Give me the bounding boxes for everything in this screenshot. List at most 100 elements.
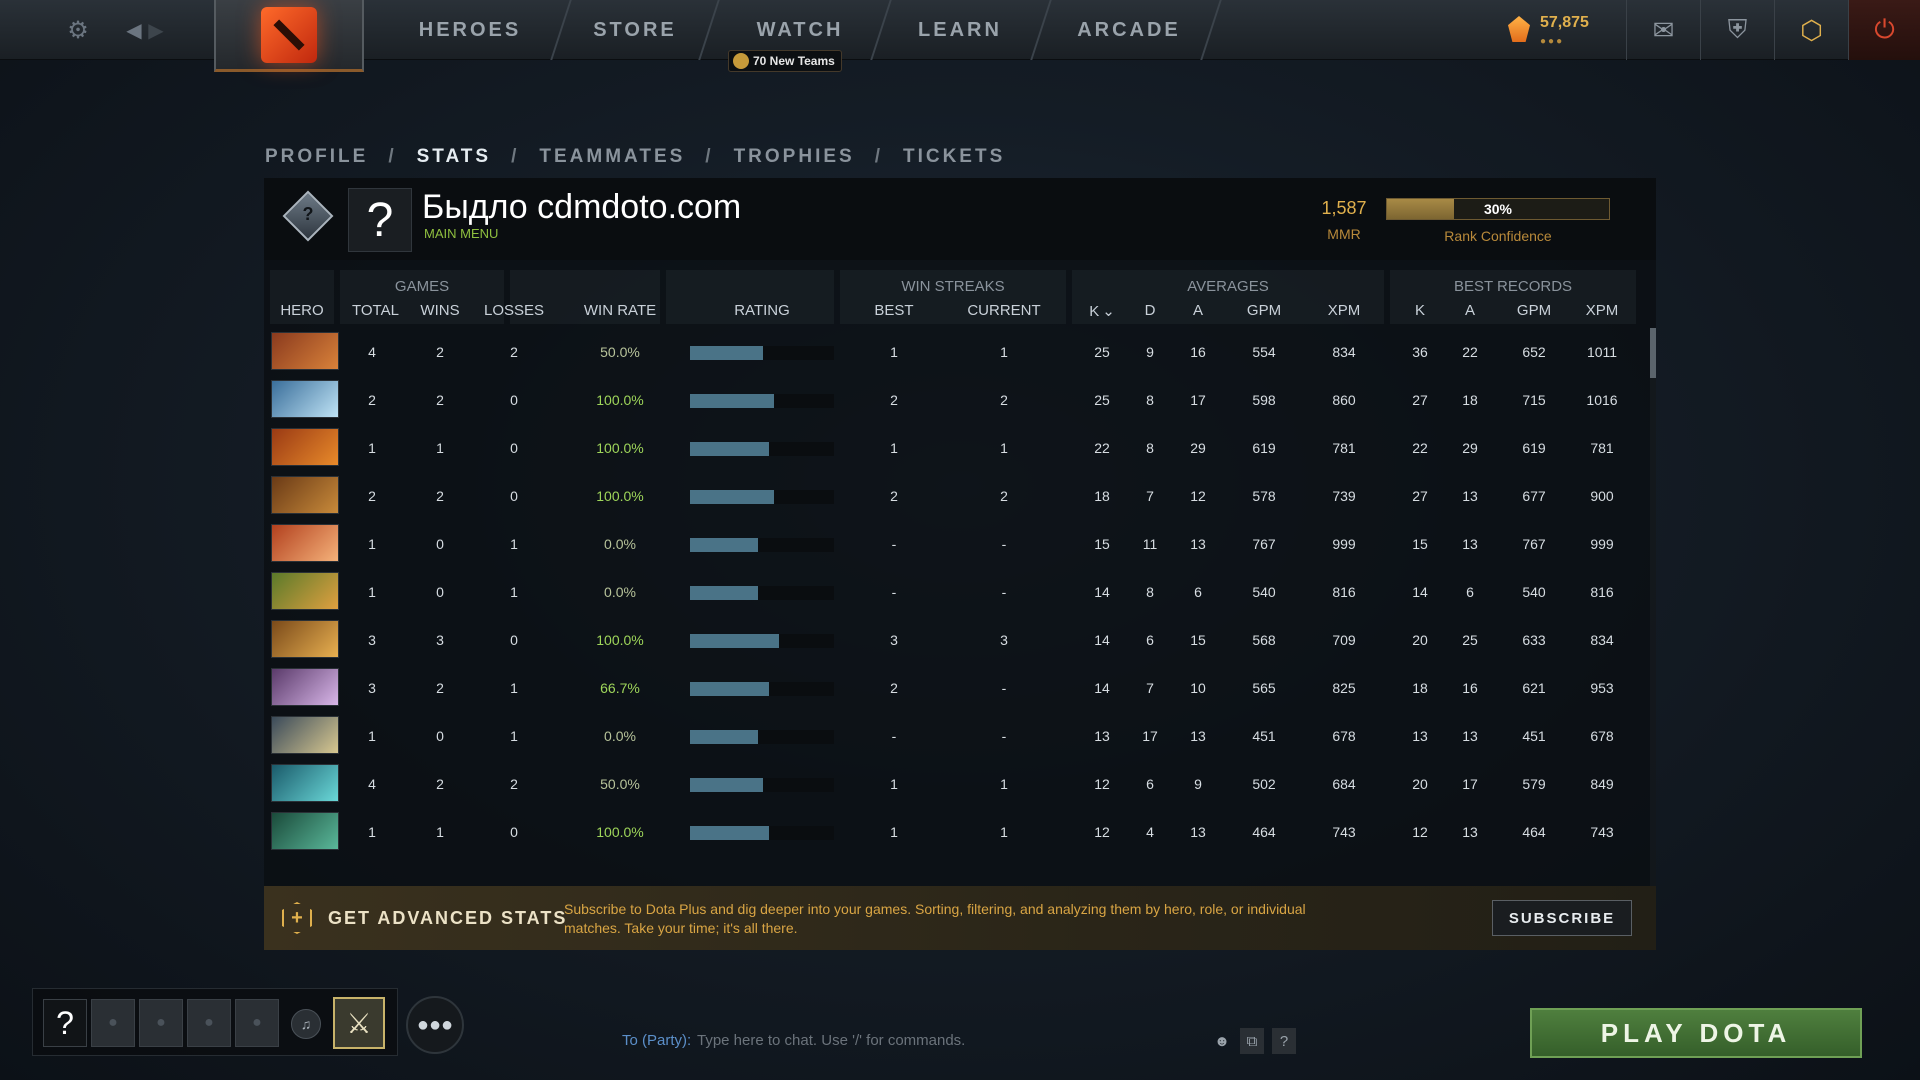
nav-store[interactable]: STORE [560,0,710,60]
col-best-xpm[interactable]: XPM [1574,302,1630,319]
cell-xpm: 739 [1332,488,1356,504]
col-best-gpm[interactable]: GPM [1506,302,1562,319]
cell-current: 1 [1000,440,1008,456]
table-row[interactable]: 2 2 0 100.0% 2 2 18 7 12 578 739 27 13 677 900 [264,472,1656,520]
cell-a: 17 [1190,392,1206,408]
table-row[interactable]: 1 0 1 0.0% - - 15 11 13 767 999 15 13 767 999 [264,520,1656,568]
col-wins[interactable]: WINS [420,302,460,319]
nav-learn[interactable]: LEARN [880,0,1040,60]
hero-portrait[interactable] [271,380,339,418]
cell-wins: 0 [436,728,444,744]
hero-portrait[interactable] [271,716,339,754]
col-losses[interactable]: LOSSES [484,302,544,319]
armory-button[interactable]: ⛨ [1700,0,1774,60]
table-row[interactable]: 3 3 0 100.0% 3 3 14 6 15 568 709 20 25 633 834 [264,616,1656,664]
cell-a: 6 [1194,584,1202,600]
mail-button[interactable]: ✉ [1626,0,1700,60]
nav-arcade[interactable]: ARCADE [1040,0,1218,60]
profile-header: ? ? Быдло cdmdoto.com MAIN MENU 1,587 MM… [264,178,1656,260]
cell-total: 1 [368,584,376,600]
tab-tickets[interactable]: TICKETS [903,146,1005,168]
col-avg-d[interactable]: D [1130,302,1170,319]
cell-d: 8 [1146,440,1154,456]
col-best-streak[interactable]: BEST [864,302,924,319]
subscribe-button[interactable]: SUBSCRIBE [1492,900,1632,936]
rank-medal-icon[interactable]: ? [282,190,334,246]
col-avg-gpm[interactable]: GPM [1236,302,1292,319]
screenshot-icon[interactable]: ⧉ [1240,1028,1264,1054]
party-slot-empty[interactable]: ● [235,999,279,1047]
table-row[interactable]: 1 1 0 100.0% 1 1 12 4 13 464 743 12 13 464 743 [264,808,1656,856]
col-avg-k[interactable]: K ⌄ [1082,302,1122,320]
col-total[interactable]: TOTAL [352,302,399,319]
hero-portrait[interactable] [271,812,339,850]
cell-best: 3 [890,632,898,648]
community-icon[interactable]: ●●● [406,996,464,1054]
col-avg-xpm[interactable]: XPM [1316,302,1372,319]
party-slot-empty[interactable]: ● [139,999,183,1047]
party-slot-empty[interactable]: ● [187,999,231,1047]
table-row[interactable]: 3 2 1 66.7% 2 - 14 7 10 565 825 18 16 621 953 [264,664,1656,712]
hero-portrait[interactable] [271,524,339,562]
cell-d: 11 [1142,536,1158,552]
home-button[interactable] [214,0,364,72]
cell-current: - [1001,728,1007,744]
stats-table-body[interactable]: 4 2 2 50.0% 1 1 25 9 16 554 834 36 22 652 1011 2 2 0 100.0… [264,328,1656,900]
nav-heroes[interactable]: HEROES [380,0,560,60]
col-hero[interactable]: HERO [270,302,334,319]
hero-portrait[interactable] [271,668,339,706]
power-button[interactable]: ⏻ [1848,0,1920,60]
tab-stats[interactable]: STATS [417,146,491,168]
hero-portrait[interactable] [271,332,339,370]
hero-portrait[interactable] [271,620,339,658]
col-rating[interactable]: RATING [690,302,834,319]
cell-bk: 20 [1412,632,1428,648]
col-win-rate[interactable]: WIN RATE [580,302,660,319]
col-current-streak[interactable]: CURRENT [964,302,1044,319]
cell-a: 12 [1190,488,1206,504]
cell-losses: 0 [510,440,518,456]
table-row[interactable]: 4 2 2 50.0% 1 1 25 9 16 554 834 36 22 652 1011 [264,328,1656,376]
hero-portrait[interactable] [271,476,339,514]
party-slot-empty[interactable]: ● [91,999,135,1047]
chat-input[interactable] [697,1028,1177,1052]
chat-channel-label[interactable]: To (Party): [622,1032,691,1049]
table-row[interactable]: 1 0 1 0.0% - - 14 8 6 540 816 14 6 540 816 [264,568,1656,616]
col-best-a[interactable]: A [1450,302,1490,319]
table-row[interactable]: 2 2 0 100.0% 2 2 25 8 17 598 860 27 18 715 1016 [264,376,1656,424]
gear-icon[interactable]: ⚙ [62,14,94,46]
advanced-stats-banner: + GET ADVANCED STATS Subscribe to Dota P… [264,886,1656,950]
hero-portrait[interactable] [271,764,339,802]
col-avg-a[interactable]: A [1178,302,1218,319]
hero-portrait[interactable] [271,428,339,466]
invite-icon[interactable]: ⚔ [333,997,385,1049]
cell-wins: 1 [436,824,444,840]
party-slot-self[interactable]: ? [43,999,87,1047]
rating-bar-fill [690,826,770,840]
forward-arrow-icon[interactable]: ▶ [140,14,172,46]
avatar[interactable]: ? [348,188,412,252]
tab-profile[interactable]: PROFILE [265,146,368,168]
tab-trophies[interactable]: TROPHIES [734,146,855,168]
cell-losses: 0 [510,488,518,504]
dota-plus-button[interactable]: ⬡ [1774,0,1848,60]
table-row[interactable]: 1 1 0 100.0% 1 1 22 8 29 619 781 22 29 619 781 [264,424,1656,472]
voice-icon[interactable]: ♫ [291,1009,321,1039]
watch-new-teams-badge[interactable]: 70 New Teams [728,50,842,72]
dota-plus-icon: + [282,902,312,934]
hero-portrait[interactable] [271,572,339,610]
table-row[interactable]: 1 0 1 0.0% - - 13 17 13 451 678 13 13 451 678 [264,712,1656,760]
rating-bar [690,394,834,408]
cell-bgpm: 621 [1522,680,1546,696]
table-scrollbar[interactable] [1650,328,1656,900]
chat-help-icon[interactable]: ? [1272,1028,1296,1054]
cell-win-rate: 100.0% [596,488,644,504]
table-row[interactable]: 4 2 2 50.0% 1 1 12 6 9 502 684 20 17 579 849 [264,760,1656,808]
table-scroll-thumb[interactable] [1650,328,1656,378]
shard-dots: ●●● [1540,36,1565,47]
tab-teammates[interactable]: TEAMMATES [539,146,685,168]
emoji-icon[interactable]: ☻ [1210,1028,1234,1054]
play-dota-button[interactable]: PLAY DOTA [1530,1008,1862,1058]
col-best-k[interactable]: K [1400,302,1440,319]
cell-bgpm: 652 [1522,344,1546,360]
